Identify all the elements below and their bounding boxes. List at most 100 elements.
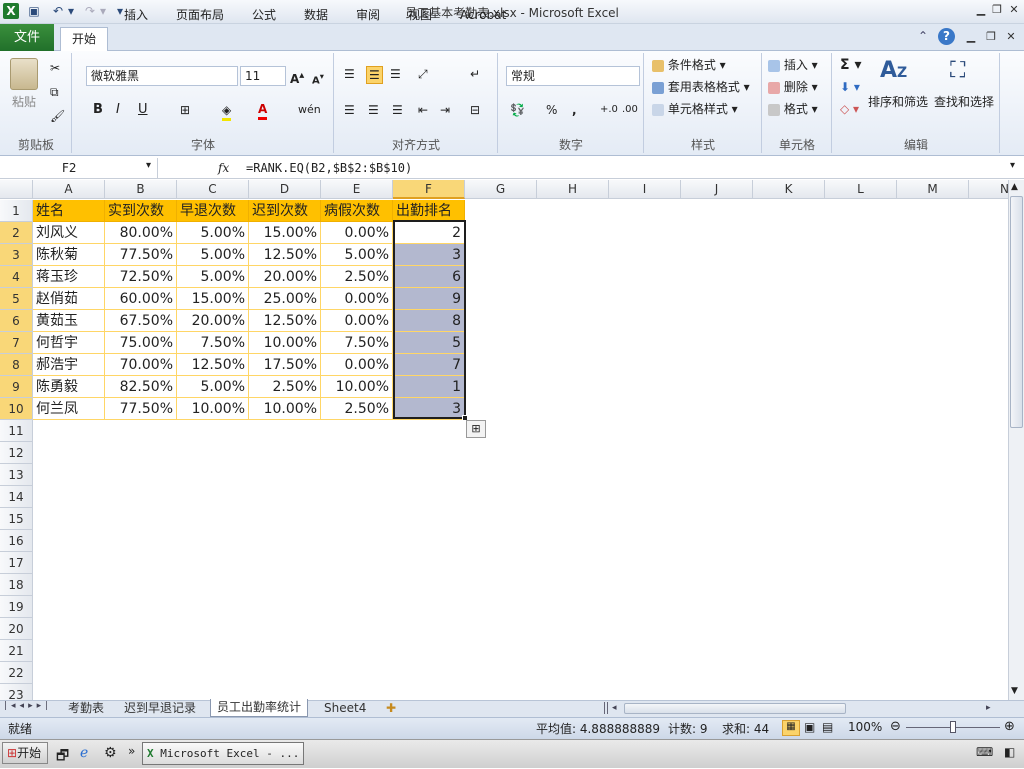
name-cell[interactable]: 何兰凤 <box>33 398 105 420</box>
column-header-m[interactable]: M <box>897 180 969 199</box>
format-painter-icon[interactable]: 🖌 <box>50 108 65 124</box>
tab-formulas[interactable]: 公式 <box>246 5 282 27</box>
clear-icon[interactable]: ◇ ▾ <box>840 101 859 117</box>
close-button[interactable]: ✕ <box>1005 2 1023 18</box>
percent-icon[interactable]: % <box>546 102 557 118</box>
row-header-23[interactable]: 23 <box>0 684 33 700</box>
align-left-icon[interactable]: ☰ <box>344 102 355 118</box>
percent-cell[interactable]: 10.00% <box>249 398 321 420</box>
border-icon[interactable]: ⊞ <box>180 102 190 118</box>
column-header-i[interactable]: I <box>609 180 681 199</box>
formula-input[interactable]: =RANK.EQ(B2,$B$2:$B$10) <box>246 158 412 178</box>
select-all-corner[interactable] <box>0 180 33 199</box>
bold-icon[interactable]: B <box>93 102 103 118</box>
row-header-19[interactable]: 19 <box>0 596 33 618</box>
fill-color-icon[interactable]: ◈ <box>222 102 232 121</box>
name-box[interactable]: F2 <box>0 158 158 178</box>
column-header-f[interactable]: F <box>393 180 465 199</box>
percent-cell[interactable]: 67.50% <box>105 310 177 332</box>
rank-cell[interactable]: 3 <box>393 244 465 266</box>
tab-home[interactable]: 开始 <box>60 27 108 52</box>
column-header-l[interactable]: L <box>825 180 897 199</box>
percent-cell[interactable]: 5.00% <box>177 376 249 398</box>
tab-split-handle[interactable] <box>604 702 608 714</box>
percent-cell[interactable]: 77.50% <box>105 244 177 266</box>
scroll-left-icon[interactable]: ◂ <box>612 703 617 713</box>
column-header-a[interactable]: A <box>33 180 105 199</box>
row-header-13[interactable]: 13 <box>0 464 33 486</box>
quicklaunch-more-icon[interactable]: » <box>128 744 135 758</box>
horizontal-scroll-thumb[interactable] <box>624 703 846 714</box>
rank-cell[interactable]: 5 <box>393 332 465 354</box>
rank-cell[interactable]: 8 <box>393 310 465 332</box>
scroll-down-icon[interactable]: ▼ <box>1011 686 1018 696</box>
percent-cell[interactable]: 0.00% <box>321 354 393 376</box>
font-color-icon[interactable]: A <box>258 101 268 120</box>
row-header-9[interactable]: 9 <box>0 376 33 398</box>
autosum-icon[interactable]: Σ ▾ <box>840 57 861 73</box>
row-header-10[interactable]: 10 <box>0 398 33 420</box>
row-header-22[interactable]: 22 <box>0 662 33 684</box>
row-header-12[interactable]: 12 <box>0 442 33 464</box>
align-bottom-icon[interactable]: ☰ <box>390 66 401 82</box>
zoom-level[interactable]: 100% <box>848 720 882 734</box>
percent-cell[interactable]: 82.50% <box>105 376 177 398</box>
percent-cell[interactable]: 2.50% <box>249 376 321 398</box>
name-cell[interactable]: 陈秋菊 <box>33 244 105 266</box>
percent-cell[interactable]: 7.50% <box>177 332 249 354</box>
row-header-11[interactable]: 11 <box>0 420 33 442</box>
ribbon-minimize-icon[interactable]: ⌃ <box>918 29 928 43</box>
font-name-combo[interactable]: 微软雅黑 <box>86 66 238 86</box>
row-header-5[interactable]: 5 <box>0 288 33 310</box>
scroll-right-icon[interactable]: ▸ <box>986 703 991 713</box>
cut-icon[interactable]: ✂ <box>50 60 60 76</box>
column-header-n[interactable]: N <box>969 180 1008 199</box>
tab-review[interactable]: 审阅 <box>350 5 386 27</box>
insert-sheet-icon[interactable]: ✚ <box>380 700 402 716</box>
rank-cell[interactable]: 7 <box>393 354 465 376</box>
column-header-g[interactable]: G <box>465 180 537 199</box>
name-cell[interactable]: 刘风义 <box>33 222 105 244</box>
increase-decimal-icon[interactable]: +.0 <box>600 102 618 118</box>
percent-cell[interactable]: 15.00% <box>177 288 249 310</box>
currency-icon[interactable]: 💱 <box>510 102 525 118</box>
vertical-scroll-thumb[interactable] <box>1010 196 1023 428</box>
column-header-b[interactable]: B <box>105 180 177 199</box>
paste-icon[interactable] <box>10 58 38 90</box>
tab-data[interactable]: 数据 <box>298 5 334 27</box>
merge-center-icon[interactable]: ⊟ <box>470 102 480 118</box>
percent-cell[interactable]: 2.50% <box>321 266 393 288</box>
orientation-icon[interactable]: ⤢ <box>418 66 428 82</box>
tab-insert[interactable]: 插入 <box>118 5 154 27</box>
header-cell[interactable]: 迟到次数 <box>249 200 321 222</box>
row-header-6[interactable]: 6 <box>0 310 33 332</box>
rank-cell[interactable]: 6 <box>393 266 465 288</box>
insert-function-button[interactable]: fx <box>218 158 229 178</box>
sheet-tab-sheet4[interactable]: Sheet4 <box>318 700 372 716</box>
name-cell[interactable]: 蒋玉珍 <box>33 266 105 288</box>
column-header-c[interactable]: C <box>177 180 249 199</box>
header-cell[interactable]: 早退次数 <box>177 200 249 222</box>
percent-cell[interactable]: 12.50% <box>177 354 249 376</box>
quicklaunch-app-icon[interactable]: ⚙ <box>104 745 117 761</box>
align-center-icon[interactable]: ☰ <box>368 102 379 118</box>
tray-icon[interactable]: ◧ <box>1004 745 1015 759</box>
percent-cell[interactable]: 0.00% <box>321 310 393 332</box>
percent-cell[interactable]: 2.50% <box>321 398 393 420</box>
ie-icon[interactable]: ℯ <box>80 745 88 761</box>
quicklaunch-icon[interactable]: 🗗 <box>56 745 69 769</box>
percent-cell[interactable]: 5.00% <box>177 222 249 244</box>
zoom-slider-thumb[interactable] <box>950 721 956 733</box>
spreadsheet-grid[interactable]: ABCDEFGHIJKLMN 1 2 3 4 5 6 7 8 9 10 11 12 13 14 15 16 17… <box>0 180 1008 700</box>
sheet-nav-icon[interactable]: |◂◂▸▸| <box>4 701 52 711</box>
row-header-16[interactable]: 16 <box>0 530 33 552</box>
help-icon[interactable]: ? <box>938 28 955 45</box>
percent-cell[interactable]: 10.00% <box>177 398 249 420</box>
tab-acrobat[interactable]: Acrobat <box>454 5 512 27</box>
row-header-15[interactable]: 15 <box>0 508 33 530</box>
percent-cell[interactable]: 77.50% <box>105 398 177 420</box>
cell-styles-button[interactable]: 单元格样式 ▾ <box>652 101 738 117</box>
row-header-20[interactable]: 20 <box>0 618 33 640</box>
header-cell[interactable]: 实到次数 <box>105 200 177 222</box>
vertical-scrollbar[interactable]: ▲ ▼ <box>1008 180 1024 700</box>
